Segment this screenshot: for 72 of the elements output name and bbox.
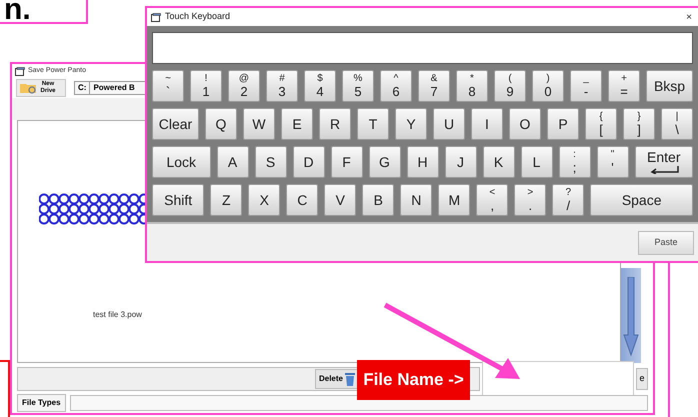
keyboard-key[interactable]: X: [248, 184, 280, 216]
keyboard-key[interactable]: Shift: [152, 184, 204, 216]
keyboard-key[interactable]: Y: [395, 108, 427, 140]
paste-button[interactable]: Paste: [638, 230, 694, 254]
keyboard-key[interactable]: J: [444, 146, 476, 178]
keyboard-key[interactable]: Bksp: [646, 70, 693, 102]
keyboard-key[interactable]: T: [357, 108, 389, 140]
window-title: Touch Keyboard: [165, 10, 232, 24]
partial-button[interactable]: e: [636, 368, 648, 390]
keyboard-key[interactable]: { [: [585, 108, 617, 140]
caption-text: n.: [4, 0, 31, 22]
keyboard-input[interactable]: [152, 32, 693, 64]
keyboard-key[interactable]: | \: [661, 108, 693, 140]
keyboard-key[interactable]: R: [319, 108, 351, 140]
annotation-label: File Name ->: [357, 360, 470, 400]
keyboard-key[interactable]: Lock: [152, 146, 210, 178]
keyboard-key[interactable]: O: [509, 108, 541, 140]
keyboard-key[interactable]: N: [400, 184, 432, 216]
keyboard-key[interactable]: D: [292, 146, 324, 178]
keyboard-key[interactable]: B: [362, 184, 394, 216]
keyboard-key[interactable]: Q: [205, 108, 237, 140]
keyboard-key[interactable]: L: [520, 146, 552, 178]
file-name-field[interactable]: [482, 361, 634, 397]
keyboard-key[interactable]: $ 4: [304, 70, 336, 102]
keyboard-key[interactable]: I: [471, 108, 503, 140]
keyboard-key[interactable]: ! 1: [190, 70, 222, 102]
scroll-down-button[interactable]: [621, 268, 641, 363]
keyboard-key[interactable]: > .: [514, 184, 546, 216]
keyboard-key[interactable]: : ;: [558, 146, 590, 178]
keyboard-key[interactable]: ? /: [552, 184, 584, 216]
keyboard-key[interactable]: M: [438, 184, 470, 216]
keyboard-key[interactable]: < ,: [476, 184, 508, 216]
keyboard-key[interactable]: V: [324, 184, 356, 216]
file-types-field[interactable]: [70, 395, 648, 411]
keyboard-key[interactable]: @ 2: [228, 70, 260, 102]
keyboard-key[interactable]: & 7: [418, 70, 450, 102]
keyboard-key[interactable]: * 8: [456, 70, 488, 102]
space-key[interactable]: Space: [590, 184, 693, 216]
keyboard-key[interactable]: ^ 6: [380, 70, 412, 102]
keyboard-key[interactable]: G: [368, 146, 400, 178]
delete-button[interactable]: Delete: [314, 369, 359, 389]
file-name[interactable]: test file 3.pow: [93, 309, 142, 321]
keyboard-key[interactable]: H: [406, 146, 438, 178]
keyboard-key[interactable]: K: [482, 146, 514, 178]
keyboard-key[interactable]: P: [547, 108, 579, 140]
window-icon: [15, 66, 25, 76]
keyboard-key[interactable]: A: [216, 146, 248, 178]
keyboard-key[interactable]: _ -: [570, 70, 602, 102]
down-arrow-icon: [623, 277, 639, 357]
keyboard-key[interactable]: S: [254, 146, 286, 178]
keyboard-key[interactable]: % 5: [342, 70, 374, 102]
keyboard-key[interactable]: F: [330, 146, 362, 178]
enter-key[interactable]: Enter: [634, 146, 693, 178]
keyboard-key[interactable]: C: [286, 184, 318, 216]
keyboard-key[interactable]: W: [243, 108, 275, 140]
keyboard-key[interactable]: Z: [210, 184, 242, 216]
keyboard-key[interactable]: Clear: [152, 108, 199, 140]
close-button[interactable]: ×: [686, 10, 694, 24]
return-arrow-icon: [648, 166, 679, 174]
keyboard-key[interactable]: " ': [596, 146, 628, 178]
keyboard-key[interactable]: ) 0: [532, 70, 564, 102]
keyboard-key[interactable]: # 3: [266, 70, 298, 102]
keyboard-key[interactable]: ~ `: [152, 70, 184, 102]
keyboard-key[interactable]: } ]: [623, 108, 655, 140]
keyboard-key[interactable]: U: [433, 108, 465, 140]
keyboard-key[interactable]: E: [281, 108, 313, 140]
window-icon: [151, 12, 161, 22]
trash-icon: [345, 372, 355, 386]
file-types-tab[interactable]: File Types: [17, 394, 66, 412]
folder-icon: [19, 82, 37, 94]
keyboard-key[interactable]: ( 9: [494, 70, 526, 102]
keyboard-key[interactable]: + =: [608, 70, 640, 102]
